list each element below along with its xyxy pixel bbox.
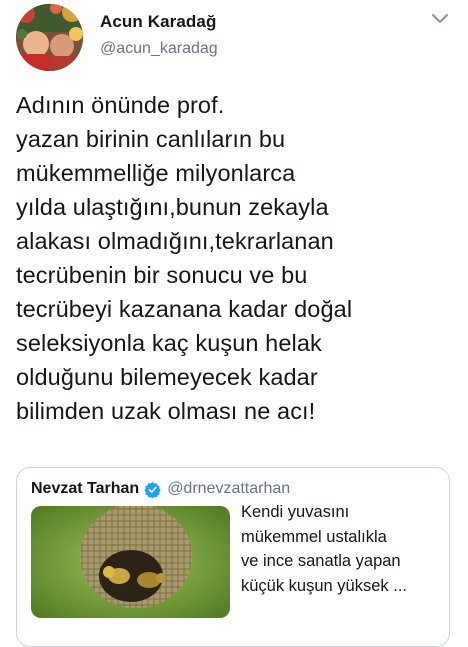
bird-nest-photo [31, 506, 230, 618]
quoted-tweet-text: Kendi yuvasını mükemmel ustalıkla ve inc… [241, 503, 407, 595]
quoted-tweet-card[interactable]: Nevzat Tarhan @drnevzattarhan Kendi yuva… [16, 467, 450, 647]
tweet-text: Adının önünde prof. yazan birinin canlıl… [16, 92, 353, 424]
quoted-author-handle: @drnevzattarhan [167, 480, 291, 497]
avatar-photo [16, 4, 83, 71]
quoted-tweet-image[interactable] [31, 506, 230, 618]
verified-badge-icon [144, 481, 161, 498]
tweet-header: Acun Karadağ @acun_karadag [16, 4, 456, 74]
author-avatar[interactable] [16, 4, 83, 71]
chevron-down-icon[interactable] [430, 12, 450, 26]
author-display-name[interactable]: Acun Karadağ [100, 12, 216, 32]
author-handle[interactable]: @acun_karadag [100, 40, 218, 58]
quoted-tweet-header: Nevzat Tarhan @drnevzattarhan [31, 478, 290, 500]
quoted-author-name: Nevzat Tarhan [31, 480, 140, 497]
